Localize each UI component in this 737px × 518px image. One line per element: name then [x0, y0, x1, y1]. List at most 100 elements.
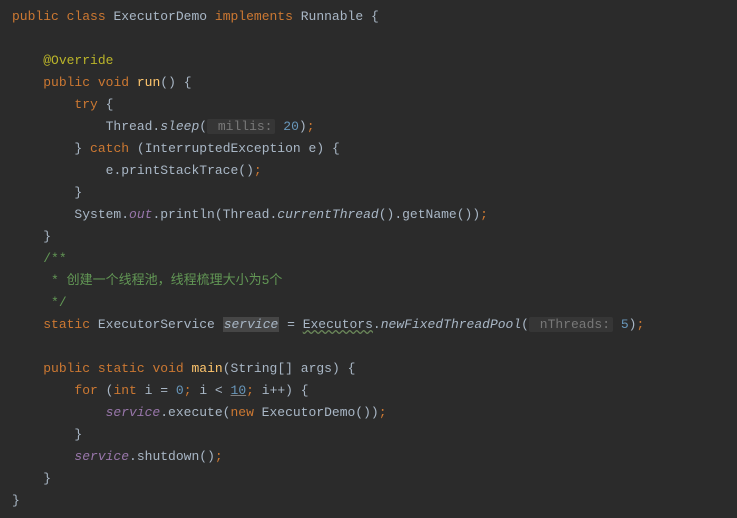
dot: .	[160, 405, 168, 420]
keyword-implements: implements	[215, 9, 293, 24]
code-line: static ExecutorService service = Executo…	[12, 314, 737, 336]
code-line: public void run() {	[12, 72, 737, 94]
class-executors: Executors	[303, 317, 373, 332]
parens: ()	[355, 405, 371, 420]
javadoc-start: /**	[43, 251, 66, 266]
equals: =	[152, 383, 175, 398]
class-name: ExecutorDemo	[113, 9, 207, 24]
code-line: for (int i = 0; i < 10; i++) {	[12, 380, 737, 402]
brace-open: {	[98, 97, 114, 112]
paren-open: (	[137, 141, 145, 156]
paren-close: )	[472, 207, 480, 222]
code-line: service.execute(new ExecutorDemo());	[12, 402, 737, 424]
brace-close: }	[74, 141, 82, 156]
code-editor[interactable]: public class ExecutorDemo implements Run…	[0, 0, 737, 518]
class-system: System.	[74, 207, 129, 222]
code-line: } catch (InterruptedException e) {	[12, 138, 737, 160]
type-interrupted: InterruptedException	[145, 141, 301, 156]
code-line	[12, 28, 737, 50]
code-line	[12, 336, 737, 358]
brace-close: }	[74, 427, 82, 442]
param-hint-millis: millis:	[207, 119, 275, 134]
code-line: System.out.println(Thread.currentThread(…	[12, 204, 737, 226]
keyword-try: try	[74, 97, 97, 112]
method-main: main	[192, 361, 223, 376]
code-line: @Override	[12, 50, 737, 72]
field-service: service	[223, 317, 280, 332]
semicolon: ;	[636, 317, 644, 332]
field-service: service	[106, 405, 161, 420]
keyword-public: public	[43, 75, 90, 90]
code-line: public class ExecutorDemo implements Run…	[12, 6, 737, 28]
literal-5: 5	[621, 317, 629, 332]
class-thread: Thread.	[223, 207, 278, 222]
keyword-class: class	[67, 9, 106, 24]
dot: .	[373, 317, 381, 332]
method-newfixedthreadpool: newFixedThreadPool	[381, 317, 521, 332]
keyword-int: int	[113, 383, 136, 398]
condition: i <	[192, 383, 231, 398]
keyword-public: public	[12, 9, 59, 24]
code-line: }	[12, 424, 737, 446]
paren-open: (	[521, 317, 529, 332]
code-line: try {	[12, 94, 737, 116]
semicolon: ;	[215, 449, 223, 464]
code-line: * 创建一个线程池，线程梳理大小为5个	[12, 270, 737, 292]
code-line: service.shutdown();	[12, 446, 737, 468]
equals: =	[279, 317, 302, 332]
code-line: }	[12, 490, 737, 512]
parens: ()	[238, 163, 254, 178]
paren-close: )	[299, 119, 307, 134]
semicolon: ;	[246, 383, 254, 398]
semicolon: ;	[379, 405, 387, 420]
param-args: args	[301, 361, 332, 376]
field-out: out	[129, 207, 152, 222]
paren-close: )	[285, 383, 293, 398]
paren-close: )	[332, 361, 340, 376]
code-line: Thread.sleep( millis: 20);	[12, 116, 737, 138]
method-execute: execute	[168, 405, 223, 420]
literal-0: 0	[176, 383, 184, 398]
literal-20: 20	[283, 119, 299, 134]
keyword-void: void	[152, 361, 183, 376]
literal-10: 10	[231, 383, 247, 398]
parens: ()	[199, 449, 215, 464]
keyword-void: void	[98, 75, 129, 90]
brackets: []	[277, 361, 293, 376]
type-string: String	[231, 361, 278, 376]
brace-open: {	[324, 141, 340, 156]
brace-close: }	[74, 185, 82, 200]
field-service: service	[74, 449, 129, 464]
method-run: run	[137, 75, 160, 90]
brace-open: {	[340, 361, 356, 376]
keyword-static: static	[43, 317, 90, 332]
method-getname: getName	[402, 207, 457, 222]
brace-close: }	[43, 471, 51, 486]
brace-open: {	[293, 383, 309, 398]
code-line: /**	[12, 248, 737, 270]
brace-open: {	[176, 75, 192, 90]
var-i: i	[254, 383, 270, 398]
code-line: */	[12, 292, 737, 314]
semicolon: ;	[184, 383, 192, 398]
method-printstacktrace: printStackTrace	[121, 163, 238, 178]
code-line: e.printStackTrace();	[12, 160, 737, 182]
parens: ()	[379, 207, 395, 222]
javadoc-body: * 创建一个线程池，线程梳理大小为5个	[43, 273, 282, 288]
method-currentthread: currentThread	[277, 207, 378, 222]
paren-close: )	[316, 141, 324, 156]
code-line: }	[12, 182, 737, 204]
keyword-catch: catch	[90, 141, 129, 156]
keyword-new: new	[230, 405, 253, 420]
brace-open: {	[363, 9, 379, 24]
param-hint-nthreads: nThreads:	[529, 317, 613, 332]
paren-open: (	[199, 119, 207, 134]
brace-close: }	[12, 493, 20, 508]
paren-open: (	[215, 207, 223, 222]
method-sleep: sleep	[160, 119, 199, 134]
method-println: println	[160, 207, 215, 222]
semicolon: ;	[254, 163, 262, 178]
method-shutdown: shutdown	[137, 449, 199, 464]
code-line: }	[12, 468, 737, 490]
class-executordemo: ExecutorDemo	[254, 405, 355, 420]
